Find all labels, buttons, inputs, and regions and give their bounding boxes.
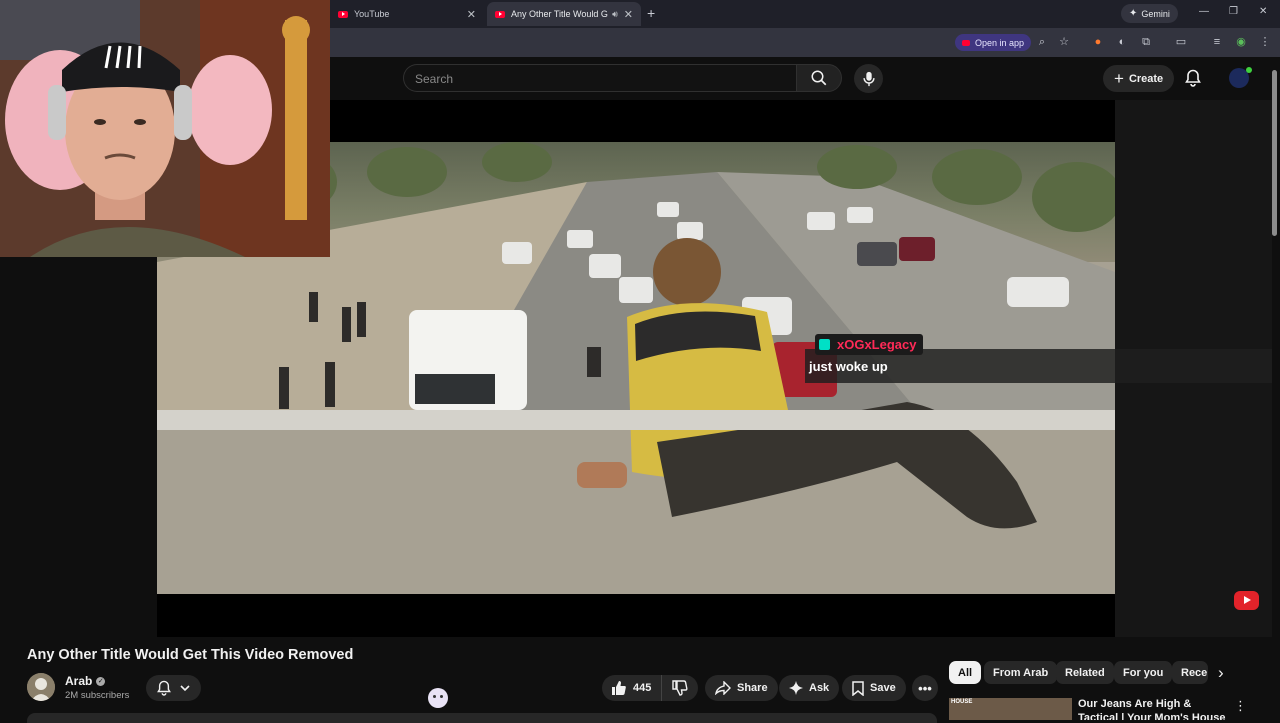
microphone-icon xyxy=(862,71,875,86)
cursor-mascot-icon xyxy=(428,688,448,708)
related-video-title[interactable]: Our Jeans Are High & Tactical | Your Mom… xyxy=(1078,697,1226,720)
search-input[interactable] xyxy=(404,65,777,93)
channel-avatar-image xyxy=(27,673,55,701)
youtube-logo-icon xyxy=(962,39,970,46)
close-window-icon[interactable]: ✕ xyxy=(1259,6,1267,17)
more-horizontal-icon: ••• xyxy=(918,680,932,696)
create-button[interactable]: + Create xyxy=(1103,65,1175,92)
chat-username: xOGxLegacy xyxy=(815,334,923,355)
verified-check-icon: ✓ xyxy=(96,676,106,686)
plus-icon: + xyxy=(1114,68,1124,88)
streamer-webcam-image xyxy=(0,0,330,257)
chat-username-text: xOGxLegacy xyxy=(837,337,917,352)
zoom-icon[interactable]: ⌕ xyxy=(1036,36,1048,48)
gemini-button[interactable]: ✦ Gemini xyxy=(1121,4,1178,23)
channel-name-text[interactable]: Arab xyxy=(65,674,92,688)
bell-icon xyxy=(157,680,171,696)
minimize-icon[interactable]: — xyxy=(1199,6,1209,17)
like-count: 445 xyxy=(633,682,652,694)
thumbs-up-icon xyxy=(611,680,627,696)
search-button[interactable] xyxy=(796,64,842,92)
search-icon xyxy=(811,70,827,86)
tab-title: Any Other Title Would Get xyxy=(511,9,609,19)
sparkle-icon: ✦ xyxy=(1129,8,1138,19)
webcam-overlay xyxy=(0,0,330,257)
channel-name[interactable]: Arab ✓ xyxy=(65,674,106,688)
gemini-label: Gemini xyxy=(1141,8,1170,19)
sparkle-icon xyxy=(789,681,803,695)
chat-badge-icon xyxy=(819,339,830,350)
ask-label: Ask xyxy=(809,682,830,694)
share-button[interactable]: Share xyxy=(705,675,778,701)
tab-title: YouTube xyxy=(354,9,390,19)
thumbnail-text: HOUSE xyxy=(951,699,973,705)
close-tab-icon[interactable]: ✕ xyxy=(624,8,633,21)
cast-icon[interactable]: ▭ xyxy=(1175,36,1187,48)
chevron-right-icon[interactable]: › xyxy=(1218,663,1224,683)
share-arrow-icon xyxy=(715,681,731,695)
puzzle-extensions-icon[interactable]: ⧉ xyxy=(1140,36,1152,48)
extension-icon[interactable]: ◐ xyxy=(1116,36,1128,48)
more-actions-button[interactable]: ••• xyxy=(912,675,938,701)
subscriber-count: 2M subscribers xyxy=(65,690,130,701)
open-in-app-button[interactable]: Open in app xyxy=(955,34,1032,51)
wall-ledge xyxy=(157,410,1115,430)
channel-avatar[interactable] xyxy=(27,673,55,701)
close-tab-icon[interactable]: ✕ xyxy=(467,8,476,21)
subscription-bell-button[interactable] xyxy=(146,675,201,701)
create-label: Create xyxy=(1128,72,1164,85)
open-in-app-label: Open in app xyxy=(975,37,1025,48)
search-box[interactable] xyxy=(403,64,796,93)
menu-kebab-icon[interactable]: ⋮ xyxy=(1259,36,1271,48)
speaker-icon[interactable]: 🔊︎ xyxy=(612,9,618,20)
account-avatar[interactable] xyxy=(1229,67,1252,88)
description-box[interactable] xyxy=(27,713,937,723)
ask-button[interactable]: Ask xyxy=(779,675,840,701)
voice-search-button[interactable] xyxy=(854,64,883,93)
chip-related[interactable]: Related xyxy=(1056,661,1114,684)
video-title: Any Other Title Would Get This Video Rem… xyxy=(27,647,354,663)
extension-brave-icon[interactable]: ● xyxy=(1092,36,1104,48)
restore-icon[interactable]: ❐ xyxy=(1229,6,1238,17)
chip-from-channel[interactable]: From Arab xyxy=(984,661,1058,684)
youtube-favicon-icon xyxy=(495,10,505,18)
kebab-menu-icon[interactable]: ⋮ xyxy=(1234,698,1247,714)
dislike-button[interactable] xyxy=(662,680,698,696)
new-tab-plus-icon[interactable]: + xyxy=(647,5,655,21)
chip-recent[interactable]: Rece xyxy=(1172,661,1208,684)
page-scrollbar[interactable] xyxy=(1272,70,1277,236)
chevron-down-icon xyxy=(180,684,190,691)
notifications-bell-icon[interactable] xyxy=(1185,69,1201,87)
youtube-play-icon[interactable] xyxy=(1234,591,1259,610)
share-label: Share xyxy=(737,682,768,694)
save-button[interactable]: Save xyxy=(842,675,906,701)
bookmark-star-icon[interactable]: ☆ xyxy=(1058,36,1070,48)
thumbs-down-icon xyxy=(672,680,688,696)
like-dislike-group: 445 xyxy=(602,675,698,701)
chip-all[interactable]: All xyxy=(949,661,982,684)
tab-youtube[interactable]: YouTube ✕ xyxy=(330,2,484,26)
reading-list-icon[interactable]: ≡ xyxy=(1211,36,1223,48)
chip-for-you[interactable]: For you xyxy=(1114,661,1173,684)
tab-current-video[interactable]: Any Other Title Would Get 🔊︎ ✕ xyxy=(487,2,641,26)
save-label: Save xyxy=(870,682,896,694)
related-video-thumbnail[interactable]: HOUSE xyxy=(949,698,1072,720)
bookmark-icon xyxy=(852,680,864,696)
youtube-favicon-icon xyxy=(338,10,348,18)
chat-message-text: just woke up xyxy=(809,359,888,374)
like-button[interactable]: 445 xyxy=(602,675,662,701)
profile-icon[interactable]: ◉ xyxy=(1235,36,1247,48)
